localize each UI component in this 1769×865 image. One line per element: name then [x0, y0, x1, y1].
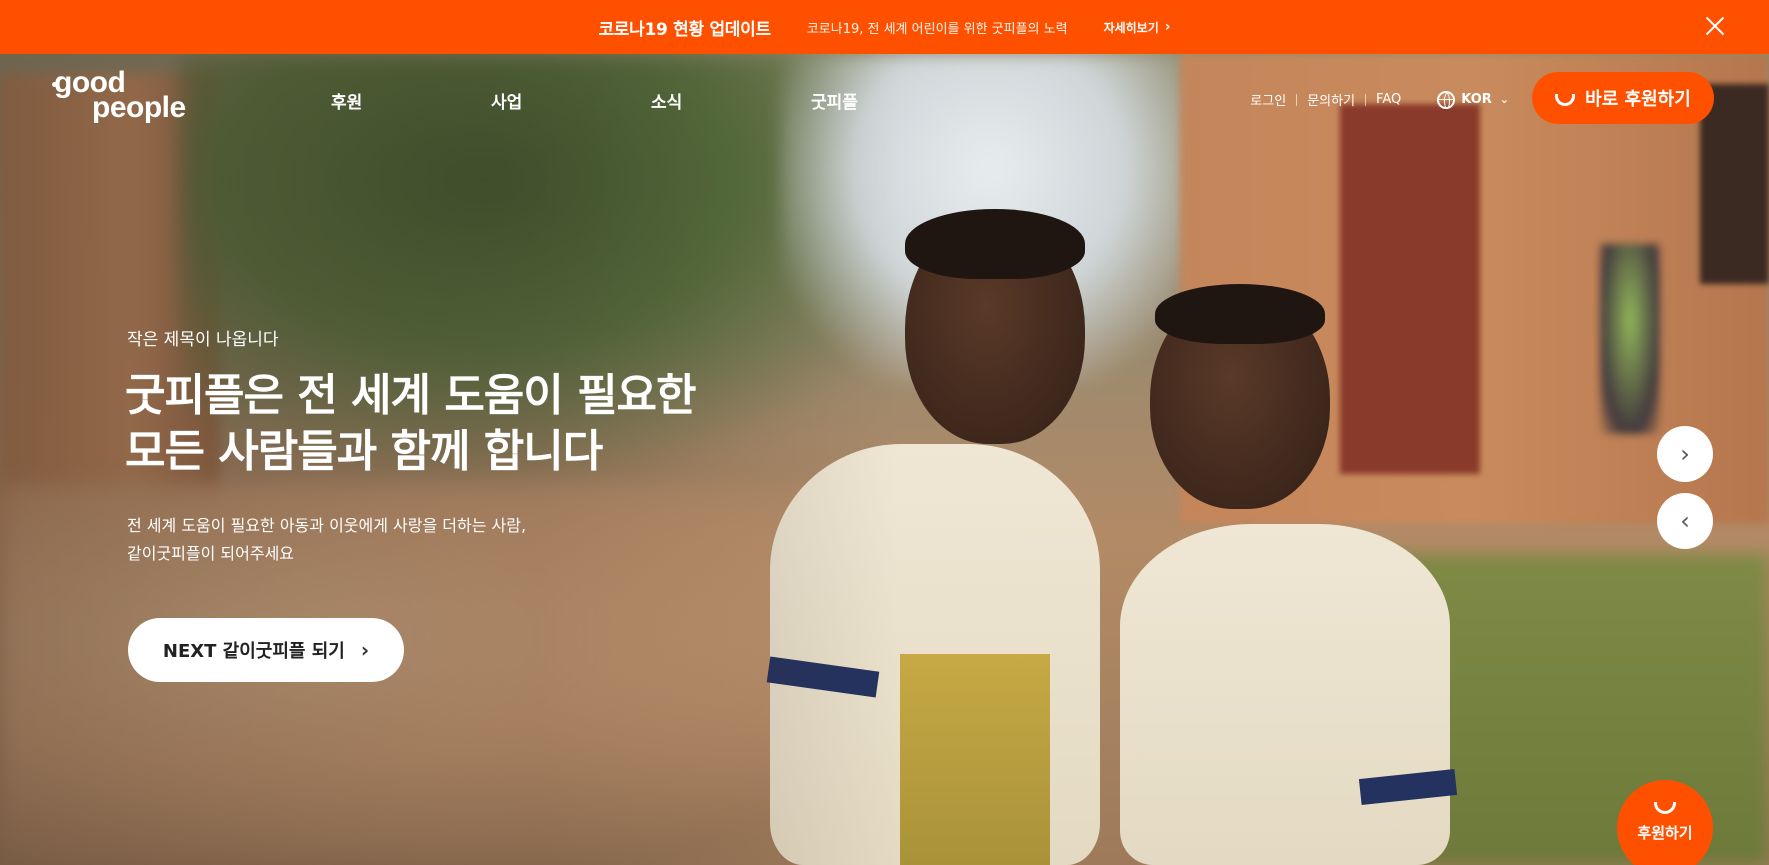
- close-icon[interactable]: [1701, 12, 1729, 40]
- login-link[interactable]: 로그인: [1250, 90, 1286, 109]
- banner-title: 코로나19 현황 업데이트: [598, 19, 771, 40]
- utility-nav: 로그인 문의하기 FAQ KOR ⌄: [1250, 90, 1509, 109]
- smile-icon: [1654, 802, 1676, 814]
- banner-more-label: 자세히보기: [1103, 20, 1159, 35]
- hero-photo-window: [1700, 84, 1769, 284]
- faq-link[interactable]: FAQ: [1376, 92, 1401, 107]
- divider: [1296, 93, 1298, 106]
- chevron-right-icon: ›: [1680, 440, 1690, 468]
- divider: [1365, 93, 1367, 106]
- language-selector[interactable]: KOR ⌄: [1437, 90, 1509, 109]
- globe-icon: [1437, 90, 1456, 109]
- hero-subtitle: 작은 제목이 나옵니다: [127, 330, 279, 350]
- donate-now-button[interactable]: 바로 후원하기: [1532, 72, 1714, 124]
- hero-title-line1: 굿피플은 전 세계 도움이 필요한: [125, 370, 697, 421]
- floating-donate-label: 후원하기: [1637, 824, 1693, 842]
- child-right-body: [1120, 524, 1450, 865]
- nav-item-goodpeople[interactable]: 굿피플: [811, 88, 858, 113]
- child-right-hair: [1155, 284, 1325, 344]
- hero-title: 굿피플은 전 세계 도움이 필요한 모든 사람들과 함께 합니다: [125, 368, 765, 480]
- covid-banner: 코로나19 현황 업데이트 코로나19, 전 세계 어린이를 위한 굿피플의 노…: [0, 0, 1769, 54]
- slider-prev-button[interactable]: ‹: [1657, 493, 1713, 549]
- hero-title-line2: 모든 사람들과 함께 합니다: [125, 426, 603, 477]
- chevron-right-icon: ›: [1164, 19, 1171, 35]
- chevron-down-icon: ⌄: [1499, 93, 1509, 106]
- smile-icon: [1555, 94, 1576, 106]
- banner-description: 코로나19, 전 세계 어린이를 위한 굿피플의 노력: [806, 21, 1068, 37]
- logo-dot: [52, 82, 57, 87]
- donate-now-label: 바로 후원하기: [1585, 89, 1691, 110]
- cta-label: NEXT 같이굿피플 되기: [162, 641, 345, 662]
- goodpeople-logo[interactable]: good people: [52, 68, 204, 130]
- banner-more-link[interactable]: 자세히보기 ›: [1104, 19, 1171, 36]
- hero-description-line1: 전 세계 도움이 필요한 아동과 이웃에게 사랑을 더하는 사람,: [127, 516, 527, 535]
- chevron-right-icon: ›: [360, 638, 370, 662]
- inquiry-link[interactable]: 문의하기: [1307, 90, 1355, 109]
- slider-next-button[interactable]: ›: [1657, 426, 1713, 482]
- nav-item-business[interactable]: 사업: [491, 88, 522, 113]
- child-left-hair: [905, 209, 1085, 279]
- language-label: KOR: [1461, 92, 1492, 107]
- chevron-left-icon: ‹: [1680, 507, 1690, 535]
- hero-description: 전 세계 도움이 필요한 아동과 이웃에게 사랑을 더하는 사람, 같이굿피플이…: [127, 512, 647, 568]
- nav-item-donate[interactable]: 후원: [331, 88, 362, 113]
- hero-photo-door: [1340, 104, 1480, 474]
- hero-description-line2: 같이굿피플이 되어주세요: [127, 544, 295, 563]
- become-goodpeople-button[interactable]: NEXT 같이굿피플 되기 ›: [128, 618, 404, 682]
- nav-item-news[interactable]: 소식: [651, 88, 682, 113]
- child-left-apron: [900, 654, 1050, 865]
- floating-donate-button[interactable]: 후원하기: [1617, 780, 1713, 865]
- hero-photo-background-person: [1600, 244, 1660, 434]
